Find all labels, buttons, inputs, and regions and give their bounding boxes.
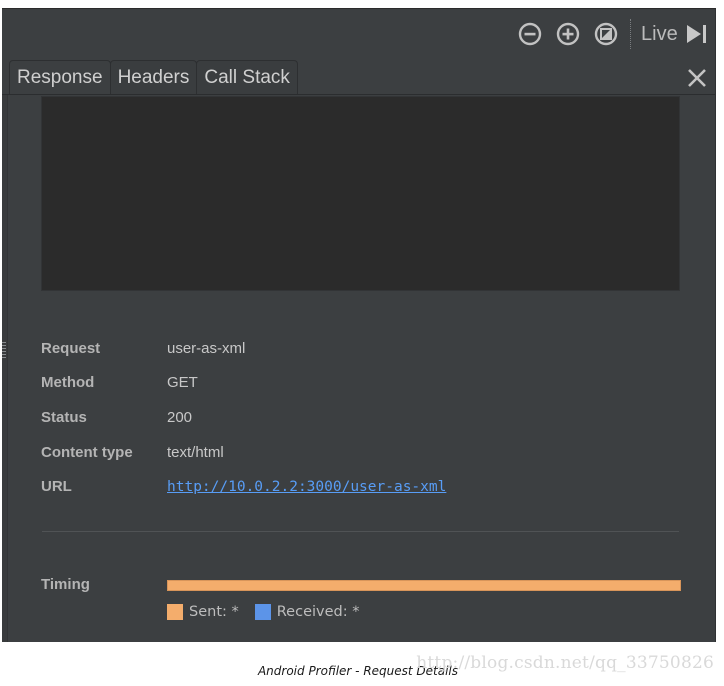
content-type-label: Content type [41, 443, 133, 461]
sent-swatch [167, 604, 183, 620]
received-swatch [254, 604, 271, 620]
info-row-content-type: Content type text/html [41, 435, 681, 470]
tab-response-label: Response [17, 66, 103, 88]
watermark: http://blog.csdn.net/qq_33750826 [416, 653, 714, 673]
network-request-details-panel: Live Response Headers Call Stack Request… [2, 8, 716, 642]
tab-call-stack-label: Call Stack [204, 66, 290, 88]
legend-sent: Sent: * [167, 604, 239, 620]
toolbar-separator [630, 19, 631, 49]
timing-sent-segment [167, 580, 681, 591]
live-label: Live [641, 22, 678, 45]
response-body-preview [41, 96, 680, 291]
zoom-out-icon[interactable] [518, 22, 542, 46]
status-label: Status [41, 408, 87, 426]
legend-sent-label: Sent: * [189, 604, 239, 620]
legend-received-label: Received: * [276, 604, 360, 620]
info-row-method: Method GET [41, 366, 681, 401]
status-value: 200 [167, 408, 193, 426]
timing-label: Timing [41, 576, 90, 593]
resize-handle[interactable] [2, 342, 6, 358]
tab-response[interactable]: Response [9, 60, 111, 94]
url-link[interactable]: http://10.0.2.2:3000/user-as-xml [167, 479, 446, 495]
timing-bar [167, 580, 681, 591]
section-divider [42, 531, 679, 532]
info-row-status: Status 200 [41, 400, 681, 435]
method-label: Method [41, 374, 95, 392]
timing-legend: Sent: * Received: * [167, 604, 369, 620]
tab-call-stack[interactable]: Call Stack [196, 60, 298, 94]
info-row-url: URL http://10.0.2.2:3000/user-as-xml [41, 469, 681, 504]
tab-headers-label: Headers [117, 66, 190, 88]
legend-received: Received: * [254, 604, 360, 620]
profiler-toolbar: Live [2, 9, 715, 59]
info-row-request: Request user-as-xml [41, 331, 681, 366]
request-label: Request [41, 339, 101, 357]
method-value: GET [167, 374, 198, 392]
url-label: URL [41, 478, 72, 496]
close-icon[interactable] [686, 67, 708, 89]
details-tabs: Response Headers Call Stack [9, 60, 298, 94]
live-button[interactable]: Live [641, 22, 708, 46]
request-info: Request user-as-xml Method GET Status 20… [41, 331, 681, 504]
jump-to-end-icon [686, 25, 706, 43]
left-rail [2, 95, 8, 642]
reset-zoom-icon[interactable] [594, 22, 618, 46]
request-value: user-as-xml [167, 339, 246, 357]
tabs-divider [2, 94, 715, 95]
tab-headers[interactable]: Headers [109, 60, 198, 94]
content-type-value: text/html [167, 443, 224, 461]
zoom-in-icon[interactable] [556, 22, 580, 46]
